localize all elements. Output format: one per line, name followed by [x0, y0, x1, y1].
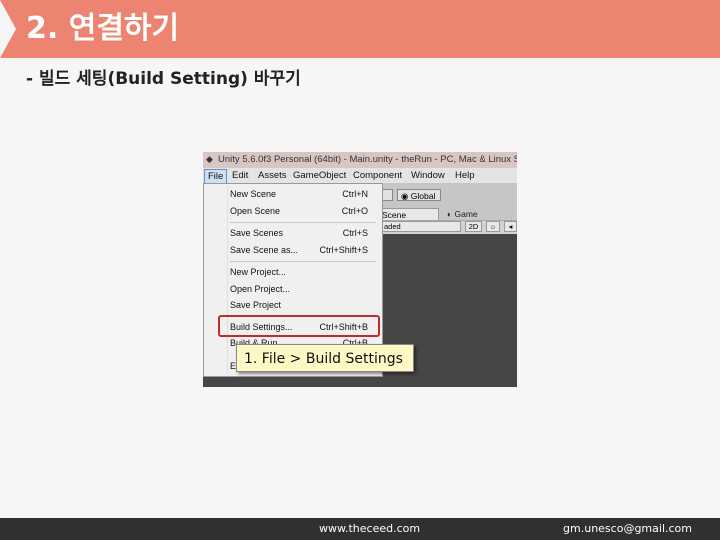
shortcut-save-scene-as: Ctrl+Shift+S	[319, 245, 368, 255]
menu-item-save-scenes[interactable]: Save Scenes	[230, 226, 283, 240]
menu-edit[interactable]: Edit	[232, 168, 248, 183]
2d-toggle[interactable]: 2D	[465, 221, 482, 232]
menu-gutter	[227, 186, 228, 374]
lighting-toggle-icon[interactable]: ☼	[486, 221, 500, 232]
global-button-label: Global	[410, 191, 436, 201]
instruction-callout: 1. File > Build Settings	[236, 344, 414, 372]
menu-separator	[230, 261, 376, 262]
menu-separator	[230, 222, 376, 223]
menu-component[interactable]: Component	[353, 168, 402, 183]
shortcut-open-scene: Ctrl+O	[341, 206, 368, 216]
unity-logo-icon: ◆	[206, 154, 213, 164]
footer-bar: www.theceed.com gm.unesco@gmail.com	[0, 518, 720, 540]
tab-game-label: Game	[454, 209, 478, 219]
build-settings-highlight	[218, 315, 380, 337]
window-title: Unity 5.6.0f3 Personal (64bit) - Main.un…	[218, 154, 517, 165]
footer-email[interactable]: gm.unesco@gmail.com	[563, 522, 692, 535]
menu-file[interactable]: File	[204, 169, 228, 184]
menu-item-save-scene-as[interactable]: Save Scene as...	[230, 243, 298, 257]
section-subtitle: - 빌드 세팅(Build Setting) 바꾸기	[26, 69, 301, 89]
menu-gameobject[interactable]: GameObject	[293, 168, 346, 183]
menu-item-new-scene[interactable]: New Scene	[230, 187, 276, 201]
game-icon: ◐	[447, 209, 453, 219]
header-notch	[0, 0, 16, 58]
global-button[interactable]: ◉ Global	[397, 189, 441, 201]
shortcut-save-scenes: Ctrl+S	[342, 228, 368, 238]
menu-item-new-project[interactable]: New Project...	[230, 265, 286, 279]
menu-item-open-scene[interactable]: Open Scene	[230, 204, 280, 218]
window-title-bar: ◆ Unity 5.6.0f3 Personal (64bit) - Main.…	[203, 152, 517, 168]
footer-website[interactable]: www.theceed.com	[319, 522, 420, 535]
menu-assets[interactable]: Assets	[258, 168, 287, 183]
tab-game[interactable]: ◐ Game	[447, 208, 478, 220]
menu-item-save-project[interactable]: Save Project	[230, 298, 281, 312]
menu-item-open-project[interactable]: Open Project...	[230, 282, 290, 296]
menu-window[interactable]: Window	[411, 168, 445, 183]
global-icon: ◉	[401, 191, 409, 201]
shortcut-new-scene: Ctrl+N	[342, 189, 368, 199]
page-title: 2. 연결하기	[26, 11, 180, 46]
scene-view-toolbar: aded 2D ☼ ◂	[365, 220, 517, 234]
header-bar: 2. 연결하기	[0, 0, 720, 58]
shading-mode-dropdown[interactable]: aded	[381, 221, 461, 232]
menu-bar: File Edit Assets GameObject Component Wi…	[203, 168, 517, 184]
menu-help[interactable]: Help	[455, 168, 475, 183]
audio-toggle-icon[interactable]: ◂	[504, 221, 517, 232]
